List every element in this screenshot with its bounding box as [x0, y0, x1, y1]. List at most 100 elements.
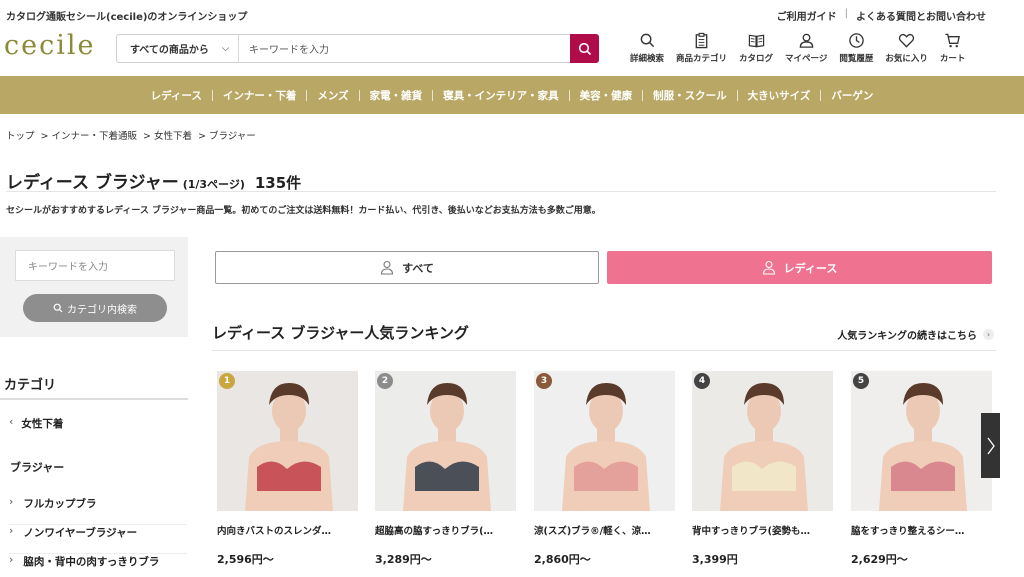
- user-icon: [762, 260, 775, 275]
- top-links: ご利用ガイド | よくある質問とお問い合わせ: [777, 8, 986, 23]
- site-tagline: カタログ通販セシール(cecile)のオンラインショップ: [6, 12, 248, 23]
- result-count: 135件: [254, 174, 302, 192]
- page-description: セシールがおすすめするレディース ブラジャー商品一覧。初めてのご注文は送料無料！…: [6, 206, 601, 216]
- page-title-text: レディース ブラジャー: [6, 173, 179, 193]
- breadcrumb-women[interactable]: > 女性下着: [143, 128, 192, 142]
- search-icon: [578, 42, 591, 55]
- rank-badge: 5: [853, 373, 869, 389]
- main-nav: レディース インナー・下着 メンズ 家電・雑貨 寝具・インテリア・家具 美容・健…: [0, 76, 1024, 114]
- favorites-button[interactable]: お気に入り: [885, 32, 928, 64]
- rank-badge: 1: [219, 373, 235, 389]
- nav-electronics[interactable]: 家電・雑貨: [360, 88, 433, 103]
- clock-icon: [849, 33, 864, 48]
- product-card[interactable]: 4 背中すっきりブラ(姿勢も… 3,399円: [692, 371, 833, 567]
- divider: [6, 191, 996, 192]
- category-item-label: ノンワイヤーブラジャー: [23, 527, 138, 539]
- category-heading: カテゴリ: [4, 378, 57, 393]
- divider: [0, 398, 188, 400]
- carousel-next-button[interactable]: [981, 413, 1000, 478]
- chevron-down-icon: ⌵: [222, 43, 229, 54]
- history-button[interactable]: 閲覧履歴: [839, 32, 873, 64]
- chevron-right-icon: ›: [9, 496, 14, 508]
- product-card[interactable]: 3 涼(スズ)ブラ®/軽く、涼… 2,860円～: [534, 371, 675, 567]
- icon-label: 商品カテゴリ: [676, 54, 728, 64]
- product-image[interactable]: 3: [534, 371, 675, 511]
- cart-icon: [945, 33, 961, 48]
- product-name[interactable]: 背中すっきりブラ(姿勢も…: [692, 523, 833, 537]
- page-info: (1/3ページ): [182, 178, 245, 191]
- product-name[interactable]: 内向きバストのスレンダ…: [217, 523, 358, 537]
- chevron-right-icon: ›: [983, 329, 994, 340]
- product-image[interactable]: 1: [217, 371, 358, 511]
- book-icon: [748, 34, 764, 48]
- search-category-select[interactable]: すべての商品から ⌵: [117, 35, 239, 62]
- nav-mens[interactable]: メンズ: [307, 88, 358, 103]
- nav-bedding[interactable]: 寝具・インテリア・家具: [433, 88, 569, 103]
- product-price: 3,399円: [692, 553, 738, 566]
- category-item[interactable]: › 脇肉・背中の肉すっきりブラ: [9, 554, 187, 577]
- category-search-button[interactable]: カテゴリ内検索: [23, 294, 167, 322]
- search-input[interactable]: キーワードを入力: [239, 35, 570, 62]
- chevron-left-icon: ‹: [9, 416, 14, 428]
- catalog-button[interactable]: カタログ: [739, 32, 773, 64]
- icon-label: カタログ: [739, 54, 774, 64]
- faq-link[interactable]: よくある質問とお問い合わせ: [856, 8, 986, 23]
- icon-label: カート: [939, 54, 966, 64]
- breadcrumb-top[interactable]: トップ: [6, 128, 35, 142]
- category-item[interactable]: › フルカップブラ: [9, 496, 187, 525]
- product-price: 2,860円～: [534, 553, 591, 566]
- heart-icon: [899, 33, 915, 48]
- rank-badge: 2: [377, 373, 393, 389]
- product-name[interactable]: 涼(スズ)ブラ®/軽く、涼…: [534, 523, 675, 537]
- product-image[interactable]: 4: [692, 371, 833, 511]
- nav-bargain[interactable]: バーゲン: [821, 88, 883, 103]
- tab-all-label: すべて: [402, 261, 434, 275]
- icon-label: お気に入り: [885, 54, 928, 64]
- product-photo: [245, 383, 333, 511]
- user-icon: [799, 33, 814, 48]
- category-list: › フルカップブラ › ノンワイヤーブラジャー › 脇肉・背中の肉すっきりブラ: [9, 496, 187, 577]
- breadcrumb-inner[interactable]: > インナー・下着通販: [41, 128, 137, 142]
- page-title: レディース ブラジャー (1/3ページ) 135件: [6, 168, 301, 193]
- product-card[interactable]: 1 内向きバストのスレンダ… 2,596円～: [217, 371, 358, 567]
- category-item-label: 脇肉・背中の肉すっきりブラ: [23, 556, 160, 568]
- clipboard-icon: [695, 32, 708, 49]
- nav-ladies[interactable]: レディース: [141, 88, 212, 103]
- breadcrumb-bra: > ブラジャー: [197, 131, 256, 142]
- category-item[interactable]: › ノンワイヤーブラジャー: [9, 525, 187, 554]
- product-photo: [403, 383, 491, 511]
- product-photo: [720, 383, 808, 511]
- nav-uniform[interactable]: 制服・スクール: [643, 88, 737, 103]
- category-button[interactable]: 商品カテゴリ: [676, 32, 727, 64]
- category-parent[interactable]: ‹ 女性下着: [9, 416, 63, 431]
- product-image[interactable]: 2: [375, 371, 516, 511]
- product-photo: [562, 383, 650, 511]
- product-name[interactable]: 超脇高の脇すっきりブラ(…: [375, 523, 516, 537]
- guide-link[interactable]: ご利用ガイド: [777, 8, 837, 23]
- product-price: 3,289円～: [375, 553, 432, 566]
- icon-label: 閲覧履歴: [839, 54, 874, 64]
- product-image[interactable]: 5: [851, 371, 992, 511]
- tab-ladies[interactable]: レディース: [607, 251, 992, 284]
- category-search-label: カテゴリ内検索: [67, 304, 137, 316]
- chevron-right-icon: [986, 437, 995, 454]
- advanced-search-button[interactable]: 詳細検索: [630, 32, 664, 64]
- search-button[interactable]: [570, 34, 599, 63]
- chevron-right-icon: ›: [9, 525, 14, 537]
- icon-label: 詳細検索: [630, 54, 665, 64]
- product-name[interactable]: 脇をすっきり整えるシー…: [851, 523, 992, 537]
- tab-all[interactable]: すべて: [215, 251, 599, 284]
- chevron-right-icon: ›: [9, 554, 14, 566]
- product-card[interactable]: 5 脇をすっきり整えるシー… 2,629円～: [851, 371, 992, 567]
- mypage-button[interactable]: マイページ: [785, 32, 827, 64]
- search-icon: [640, 33, 654, 48]
- nav-large-size[interactable]: 大きいサイズ: [738, 88, 821, 103]
- ranking-more-link[interactable]: 人気ランキングの続きはこちら ›: [837, 327, 994, 342]
- nav-inner[interactable]: インナー・下着: [213, 88, 307, 103]
- product-card[interactable]: 2 超脇高の脇すっきりブラ(… 3,289円～: [375, 371, 516, 567]
- product-price: 2,629円～: [851, 553, 908, 566]
- cart-button[interactable]: カート: [939, 32, 966, 64]
- site-logo[interactable]: cecile: [4, 30, 95, 61]
- sidebar-search-input[interactable]: キーワードを入力: [15, 250, 175, 281]
- nav-beauty[interactable]: 美容・健康: [570, 88, 643, 103]
